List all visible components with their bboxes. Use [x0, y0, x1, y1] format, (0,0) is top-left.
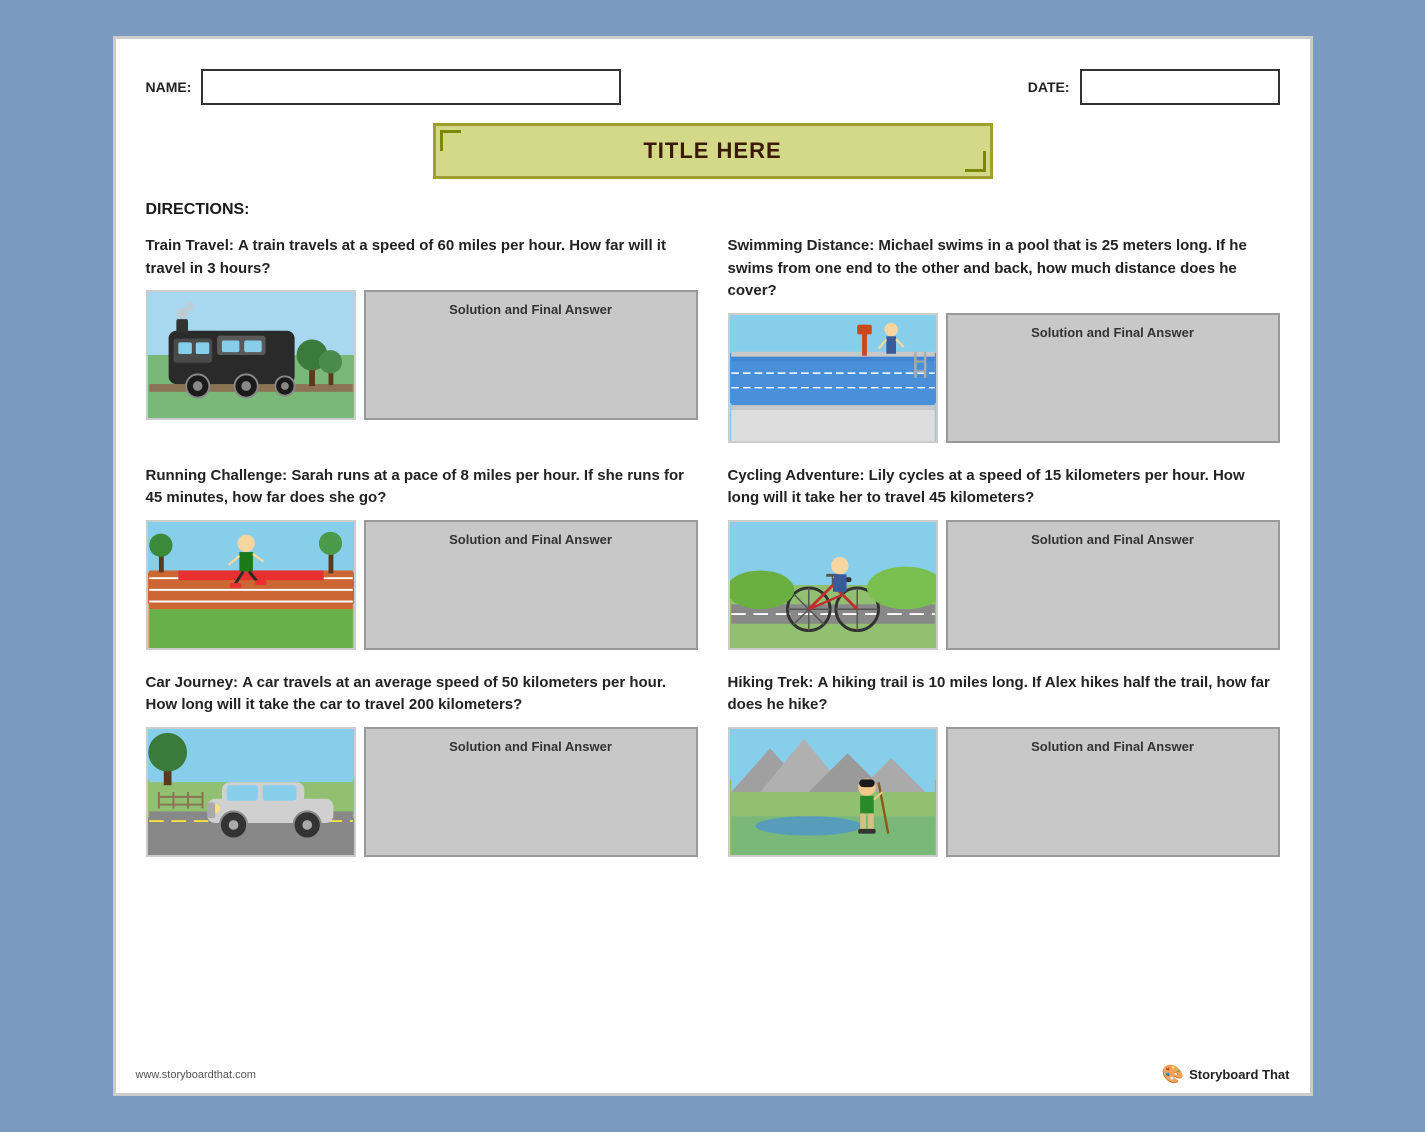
- cycling-scene: [730, 522, 936, 648]
- date-input[interactable]: [1080, 69, 1280, 105]
- problem-cycling-image: [728, 520, 938, 650]
- problem-hiking-image: [728, 727, 938, 857]
- title-box: TITLE HERE: [433, 123, 993, 179]
- problem-running-image: [146, 520, 356, 650]
- pool-scene: [730, 315, 936, 441]
- car-scene: [148, 729, 354, 855]
- footer-brand-text: Storyboard That: [1189, 1067, 1289, 1082]
- hiking-scene: [730, 729, 936, 855]
- problem-swimming-image: [728, 313, 938, 443]
- problems-grid: Train Travel: A train travels at a speed…: [146, 235, 1280, 879]
- problem-hiking-content: Solution and Final Answer: [728, 727, 1280, 857]
- problem-cycling-content: Solution and Final Answer: [728, 520, 1280, 650]
- problem-car-content: Solution and Final Answer: [146, 727, 698, 857]
- problem-swimming: Swimming Distance: Michael swims in a po…: [728, 235, 1280, 443]
- solution-cycling-label: Solution and Final Answer: [1026, 532, 1199, 547]
- footer-url: www.storyboardthat.com: [136, 1069, 256, 1081]
- solution-car[interactable]: Solution and Final Answer: [364, 727, 698, 857]
- worksheet-page: NAME: DATE: TITLE HERE DIRECTIONS: Train…: [113, 36, 1313, 1096]
- solution-running[interactable]: Solution and Final Answer: [364, 520, 698, 650]
- problem-train-content: Solution and Final Answer: [146, 290, 698, 420]
- problem-train: Train Travel: A train travels at a speed…: [146, 235, 698, 443]
- problem-running-title: Running Challenge: Sarah runs at a pace …: [146, 465, 698, 510]
- problem-swimming-title: Swimming Distance: Michael swims in a po…: [728, 235, 1280, 303]
- problem-train-title: Train Travel: A train travels at a speed…: [146, 235, 698, 280]
- problem-cycling-title: Cycling Adventure: Lily cycles at a spee…: [728, 465, 1280, 510]
- date-label: DATE:: [1028, 79, 1070, 95]
- problem-car-title: Car Journey: A car travels at an average…: [146, 672, 698, 717]
- problem-running: Running Challenge: Sarah runs at a pace …: [146, 465, 698, 650]
- running-scene: [148, 522, 354, 648]
- storyboard-icon: 🎨: [1162, 1064, 1184, 1085]
- solution-train-label: Solution and Final Answer: [444, 302, 617, 317]
- solution-train[interactable]: Solution and Final Answer: [364, 290, 698, 420]
- solution-cycling[interactable]: Solution and Final Answer: [946, 520, 1280, 650]
- problem-car: Car Journey: A car travels at an average…: [146, 672, 698, 857]
- problem-cycling: Cycling Adventure: Lily cycles at a spee…: [728, 465, 1280, 650]
- footer-brand: 🎨 Storyboard That: [1162, 1064, 1290, 1085]
- directions-label: DIRECTIONS:: [146, 201, 1280, 219]
- train-scene: [148, 292, 354, 418]
- problem-train-image: [146, 290, 356, 420]
- solution-hiking-label: Solution and Final Answer: [1026, 739, 1199, 754]
- solution-swimming[interactable]: Solution and Final Answer: [946, 313, 1280, 443]
- problem-car-image: [146, 727, 356, 857]
- problem-hiking-title: Hiking Trek: A hiking trail is 10 miles …: [728, 672, 1280, 717]
- problem-swimming-content: Solution and Final Answer: [728, 313, 1280, 443]
- header: NAME: DATE:: [146, 69, 1280, 105]
- solution-swimming-label: Solution and Final Answer: [1026, 325, 1199, 340]
- name-input[interactable]: [201, 69, 621, 105]
- solution-car-label: Solution and Final Answer: [444, 739, 617, 754]
- problem-hiking: Hiking Trek: A hiking trail is 10 miles …: [728, 672, 1280, 857]
- footer: www.storyboardthat.com 🎨 Storyboard That: [136, 1064, 1290, 1085]
- name-label: NAME:: [146, 79, 192, 95]
- solution-hiking[interactable]: Solution and Final Answer: [946, 727, 1280, 857]
- solution-running-label: Solution and Final Answer: [444, 532, 617, 547]
- name-group: NAME:: [146, 69, 622, 105]
- problem-running-content: Solution and Final Answer: [146, 520, 698, 650]
- title-text: TITLE HERE: [643, 138, 781, 163]
- date-group: DATE:: [1028, 69, 1280, 105]
